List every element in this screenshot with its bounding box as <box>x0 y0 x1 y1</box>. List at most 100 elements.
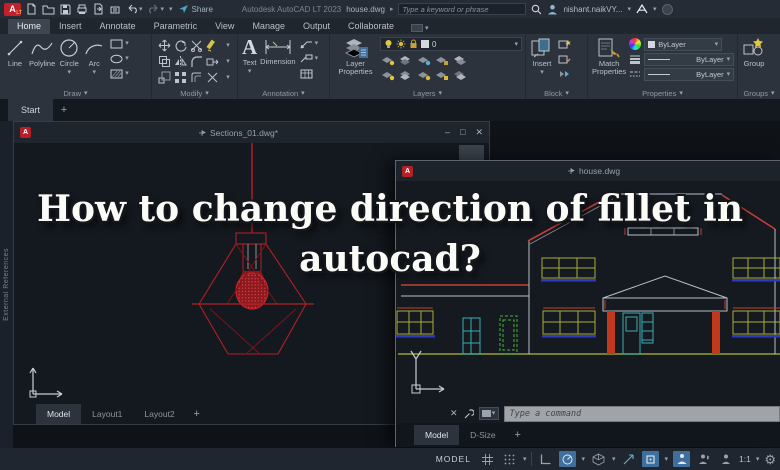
ellipse-tool[interactable]: ▾ <box>109 52 129 65</box>
undo-button[interactable]: ▾ <box>126 2 143 16</box>
customize-wrench-icon[interactable] <box>463 408 474 419</box>
leader-tool[interactable]: ▾ <box>299 37 318 50</box>
layout2-tab[interactable]: Layout2 <box>133 404 185 424</box>
osnap-dropdown-icon[interactable]: ▾ <box>664 456 668 463</box>
ribbon-display-toggle[interactable]: ▾ <box>407 22 433 34</box>
search-icon[interactable] <box>531 4 542 15</box>
tab-output[interactable]: Output <box>294 19 339 34</box>
autoscale-annotation-toggle[interactable] <box>695 451 712 467</box>
text-tool[interactable]: A Text ▾ <box>242 37 257 87</box>
model-space-indicator[interactable]: MODEL <box>436 454 471 464</box>
modify-panel-label[interactable]: Modify ▾ <box>152 87 237 99</box>
new-layout-button[interactable]: + <box>186 404 208 424</box>
command-input[interactable] <box>509 408 774 419</box>
array-tool[interactable] <box>172 69 188 85</box>
table-tool[interactable] <box>299 67 319 80</box>
trim-tool[interactable] <box>188 37 204 53</box>
polyline-tool[interactable]: Polyline <box>29 37 55 87</box>
new-file-icon[interactable] <box>26 3 37 15</box>
chevron-down-icon[interactable]: ▾ <box>125 70 129 77</box>
d-size-tab[interactable]: D-Size <box>459 425 507 445</box>
insert-dropdown-icon[interactable]: ▾ <box>540 69 544 76</box>
erase-tool[interactable] <box>204 37 220 53</box>
plot-printer-icon[interactable] <box>76 4 88 15</box>
color-wheel-icon[interactable] <box>629 38 642 50</box>
layout1-tab[interactable]: Layout1 <box>81 404 133 424</box>
open-folder-icon[interactable] <box>42 4 55 15</box>
draw-panel-label[interactable]: Draw ▾ <box>0 87 151 99</box>
external-references-palette[interactable]: External References <box>0 121 13 448</box>
share-button[interactable]: Share <box>178 4 213 14</box>
chevron-down-icon[interactable]: ▾ <box>220 69 236 85</box>
batch-plot-icon[interactable] <box>109 4 121 15</box>
save-icon[interactable] <box>60 4 71 15</box>
scale-tool[interactable] <box>156 69 172 85</box>
chevron-down-icon[interactable]: ▾ <box>125 40 129 47</box>
layer-on-tool[interactable] <box>416 69 431 82</box>
model-tab[interactable]: Model <box>36 404 82 424</box>
copy-tool[interactable] <box>156 53 172 69</box>
undo-dropdown-icon[interactable]: ▾ <box>139 6 143 13</box>
search-box[interactable] <box>398 3 527 15</box>
layer-unlock-tool[interactable] <box>434 69 449 82</box>
annotation-visibility-toggle[interactable] <box>673 451 690 467</box>
object-snap-toggle[interactable] <box>642 451 660 467</box>
layer-previous-tool[interactable] <box>398 69 413 82</box>
arc-tool[interactable]: Arc ▾ <box>83 37 105 87</box>
arc-dropdown-icon[interactable]: ▾ <box>93 69 97 76</box>
object-color-dropdown[interactable]: ByLayer ▾ <box>644 37 723 51</box>
new-layout-button[interactable]: + <box>507 429 529 441</box>
lineweight-icon[interactable] <box>629 54 641 64</box>
layer-properties-tool[interactable]: Layer Properties <box>334 37 377 87</box>
offset-tool[interactable] <box>188 69 204 85</box>
explode-tool[interactable] <box>204 69 220 85</box>
dimension-tool[interactable]: Dimension <box>260 37 296 87</box>
layer-isolate-tool[interactable] <box>398 54 413 67</box>
isometric-dropdown-icon[interactable]: ▾ <box>612 456 616 463</box>
house-window-titlebar[interactable]: A house.dwg <box>396 161 780 181</box>
tab-home[interactable]: Home <box>8 19 51 34</box>
layer-dropdown-arrow-icon[interactable]: ▾ <box>514 41 518 48</box>
block-panel-label[interactable]: Block ▾ <box>526 87 587 99</box>
tab-manage[interactable]: Manage <box>243 19 294 34</box>
mirror-tool[interactable] <box>172 53 188 69</box>
customization-gear-icon[interactable]: ⚙ <box>764 453 776 466</box>
rotate-tool[interactable] <box>172 37 188 53</box>
grid-display-toggle[interactable] <box>479 451 496 467</box>
text-dropdown-icon[interactable]: ▾ <box>248 68 252 75</box>
linetype-dropdown[interactable]: ByLayer ▾ <box>644 67 735 81</box>
linetype-icon[interactable] <box>629 69 641 79</box>
stretch-tool[interactable] <box>204 53 220 69</box>
window-close-button[interactable]: ✕ <box>475 127 483 138</box>
redo-dropdown-icon[interactable]: ▾ <box>161 6 165 13</box>
qat-overflow-icon[interactable]: ▾ <box>169 6 173 13</box>
model-tab[interactable]: Model <box>414 425 460 445</box>
annotation-panel-label[interactable]: Annotation ▾ <box>238 87 329 99</box>
move-tool[interactable] <box>156 37 172 53</box>
polar-dropdown-icon[interactable]: ▾ <box>581 456 585 463</box>
pin-icon[interactable] <box>198 129 206 137</box>
search-input[interactable] <box>402 4 523 14</box>
tab-insert[interactable]: Insert <box>50 19 91 34</box>
snap-dropdown-icon[interactable]: ▾ <box>523 456 527 463</box>
layer-freeze-tool[interactable] <box>416 54 431 67</box>
command-input-bar[interactable] <box>503 405 780 422</box>
isometric-drafting-toggle[interactable] <box>590 451 607 467</box>
command-close-icon[interactable]: ✕ <box>450 408 458 419</box>
groups-panel-label[interactable]: Groups ▾ <box>738 87 780 99</box>
help-circle-icon[interactable] <box>661 3 673 15</box>
layer-match-tool[interactable] <box>452 54 467 67</box>
layer-lock-tool[interactable] <box>434 54 449 67</box>
window-maximize-button[interactable]: □ <box>460 127 465 138</box>
layer-make-current-tool[interactable] <box>380 69 395 82</box>
sections-window-titlebar[interactable]: A Sections_01.dwg* – □ ✕ <box>14 122 489 143</box>
tab-view[interactable]: View <box>206 19 243 34</box>
user-dropdown-icon[interactable]: ▾ <box>627 6 631 13</box>
signed-in-user[interactable]: nishant.naikVY... <box>563 5 622 14</box>
mleader-tool[interactable]: ▾ <box>299 52 318 65</box>
lineweight-dropdown[interactable]: ByLayer ▾ <box>644 52 735 66</box>
annotation-scale-icon[interactable] <box>717 451 734 467</box>
match-properties-tool[interactable]: Match Properties <box>592 37 626 87</box>
polar-tracking-toggle[interactable] <box>559 451 577 467</box>
layers-panel-label[interactable]: Layers ▾ <box>330 87 525 99</box>
